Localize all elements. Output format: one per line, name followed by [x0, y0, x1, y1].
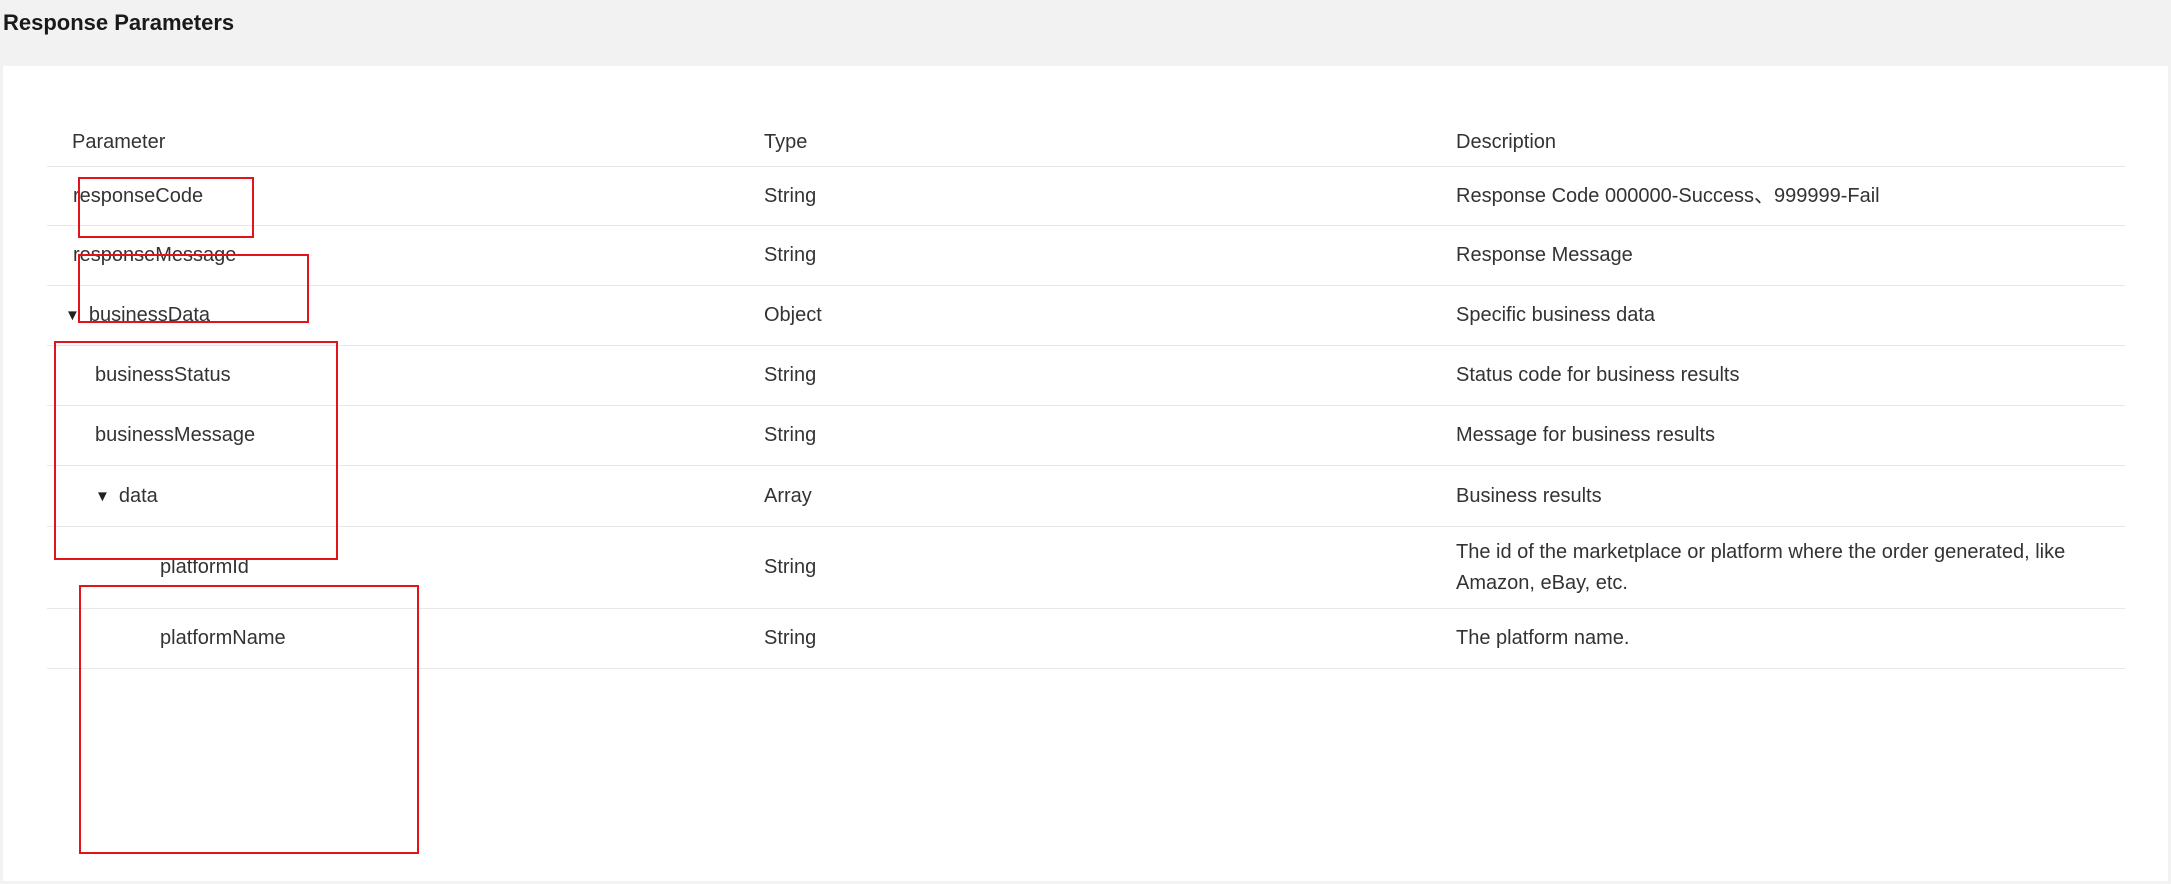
table-row-response-message: responseMessage String Response Message — [47, 226, 2125, 286]
table-header-row: Parameter Type Description — [47, 118, 2125, 167]
type-platform-id: String — [764, 556, 817, 578]
type-platform-name: String — [764, 627, 817, 649]
param-business-status: businessStatus — [95, 364, 231, 386]
table-row-platform-name: platformName String The platform name. — [47, 609, 2125, 669]
param-data-label: data — [118, 484, 158, 507]
table-row-platform-id: platformId String The id of the marketpl… — [47, 527, 2125, 609]
table-row-response-code: responseCode String Response Code 000000… — [47, 167, 2125, 226]
param-response-code: responseCode — [73, 184, 204, 207]
desc-platform-name: The platform name. — [1456, 627, 1630, 649]
type-business-data: Object — [764, 304, 822, 326]
param-business-data[interactable]: ▼ businessData — [65, 286, 210, 345]
param-business-data-label: businessData — [88, 304, 211, 326]
param-business-message: businessMessage — [95, 424, 256, 446]
header-parameter: Parameter — [72, 130, 166, 153]
type-response-code: String — [764, 184, 817, 207]
type-data: Array — [764, 484, 812, 507]
page: Response Parameters Parameter Type Descr… — [0, 0, 2171, 884]
desc-data: Business results — [1456, 484, 1602, 507]
type-business-status: String — [764, 364, 817, 386]
desc-response-code: Response Code 000000-Success、999999-Fail — [1456, 184, 1880, 207]
section-title: Response Parameters — [3, 10, 235, 35]
type-business-message: String — [764, 424, 817, 446]
desc-business-status: Status code for business results — [1456, 364, 1740, 386]
caret-down-icon[interactable]: ▼ — [65, 300, 80, 331]
desc-response-message: Response Message — [1456, 244, 1633, 266]
table-row-business-status: businessStatus String Status code for bu… — [47, 346, 2125, 406]
header-type: Type — [764, 130, 808, 153]
response-parameters-panel: Parameter Type Description responseCode … — [3, 66, 2168, 881]
param-platform-id: platformId — [160, 556, 249, 578]
desc-business-message: Message for business results — [1456, 424, 1716, 446]
caret-down-icon[interactable]: ▼ — [95, 481, 110, 512]
header-description: Description — [1456, 130, 1557, 153]
table-row-data[interactable]: ▼ data Array Business results — [47, 466, 2125, 527]
parameters-table: Parameter Type Description responseCode … — [47, 118, 2125, 669]
desc-platform-id: The id of the marketplace or platform wh… — [1456, 540, 2066, 594]
param-data[interactable]: ▼ data — [95, 466, 158, 526]
table-row-business-message: businessMessage String Message for busin… — [47, 406, 2125, 466]
desc-business-data: Specific business data — [1456, 304, 1656, 326]
table-row-business-data[interactable]: ▼ businessData Object Specific business … — [47, 286, 2125, 346]
param-platform-name: platformName — [160, 627, 286, 649]
type-response-message: String — [764, 244, 817, 266]
param-response-message: responseMessage — [73, 244, 237, 266]
